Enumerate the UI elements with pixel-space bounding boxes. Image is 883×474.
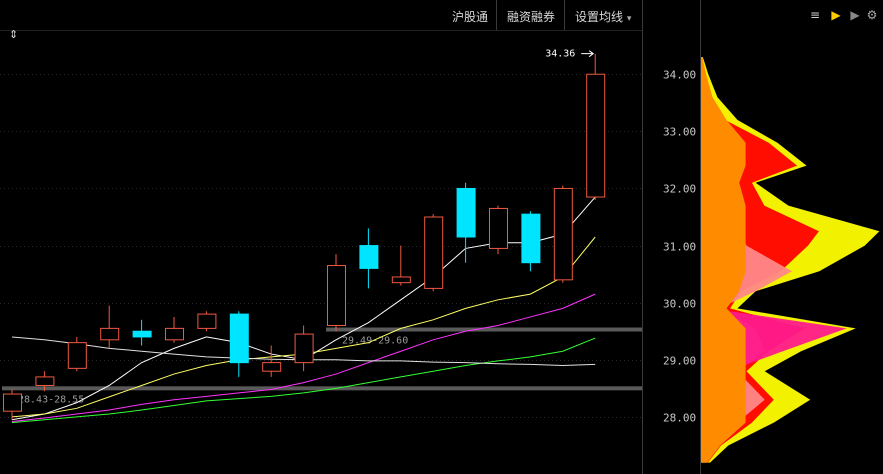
high-price-label: 34.36 <box>545 49 575 60</box>
y-tick-label: 33.00 <box>663 126 696 139</box>
y-tick-label: 28.00 <box>663 412 696 425</box>
volume-profile-base <box>701 57 746 463</box>
divider <box>564 0 565 30</box>
candle-up <box>3 393 22 412</box>
candle-up <box>424 216 444 289</box>
candle-up <box>165 327 184 341</box>
candle-up <box>553 187 573 281</box>
margin-trading-button[interactable]: 融资融券 <box>507 8 555 25</box>
candle-up <box>489 207 508 249</box>
y-tick-label: 31.00 <box>663 241 696 254</box>
y-tick-label: 29.00 <box>663 355 696 368</box>
candle-down <box>132 330 152 338</box>
candle-down <box>456 187 476 238</box>
list-icon[interactable]: ≡ <box>808 8 822 22</box>
candle-up <box>586 73 606 198</box>
candle-up <box>327 265 346 327</box>
candle-down <box>521 213 541 264</box>
flag-grey-icon[interactable]: ▶ <box>848 8 862 22</box>
candle-up <box>67 342 87 369</box>
candle-up <box>35 376 55 386</box>
candle-up <box>197 313 217 329</box>
y-tick-label: 32.00 <box>663 183 696 196</box>
ma-settings-button[interactable]: 设置均线 ▾ <box>575 8 631 25</box>
y-tick-label: 34.00 <box>663 69 696 82</box>
expand-icon[interactable]: ⇕ <box>9 28 18 41</box>
settings-icon[interactable]: ⚙ <box>865 8 879 22</box>
divider <box>496 0 497 30</box>
chart-toolbar: 沪股通 融资融券 设置均线 ▾ ⇕ <box>0 0 642 41</box>
chevron-down-icon: ▾ <box>626 14 632 24</box>
candle-down <box>229 313 249 364</box>
price-band-label: 29.49-29.60 <box>342 336 408 347</box>
candle-up <box>391 276 411 284</box>
stock-connect-button[interactable]: 沪股通 <box>452 8 488 25</box>
candle-up <box>100 327 120 341</box>
ma-settings-label: 设置均线 <box>575 10 624 24</box>
candle-up <box>262 362 282 372</box>
price-band <box>2 386 642 391</box>
y-tick-label: 30.00 <box>663 298 696 311</box>
flag-yellow-icon[interactable]: ▶ <box>829 8 843 22</box>
high-price-arrow <box>581 50 595 58</box>
candle-up <box>294 333 314 364</box>
price-chart: 34.00 33.00 32.00 31.00 30.00 29.00 28.00 29.49… <box>0 0 880 474</box>
candle-down <box>359 245 379 269</box>
